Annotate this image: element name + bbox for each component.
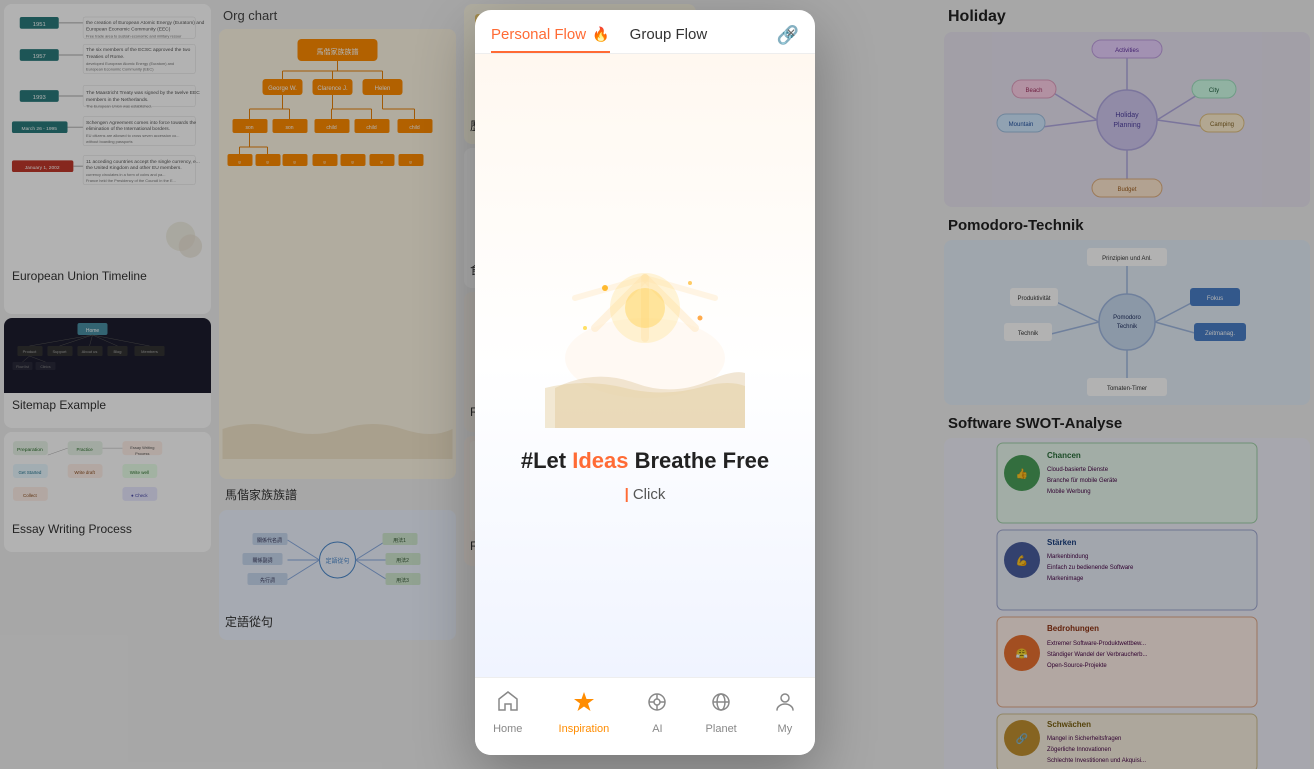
- modal-tabs: Personal Flow 🔥 Group Flow 🔗: [475, 18, 815, 54]
- modal-illustration-svg: [545, 228, 745, 428]
- modal-headline: #Let Ideas Breathe Free: [521, 448, 769, 474]
- nav-my[interactable]: My: [761, 686, 809, 739]
- modal-content-area: #Let Ideas Breathe Free Click: [475, 54, 815, 677]
- headline-prefix: #Let: [521, 448, 572, 473]
- tab-personal-flow[interactable]: Personal Flow 🔥: [491, 18, 610, 53]
- nav-planet[interactable]: Planet: [694, 686, 749, 739]
- modal-subtitle[interactable]: Click: [625, 486, 666, 503]
- personal-flow-tab-label: Personal Flow: [491, 26, 586, 43]
- group-flow-tab-label: Group Flow: [630, 26, 708, 43]
- nav-home[interactable]: Home: [481, 686, 534, 739]
- modal-click-label: Click: [633, 486, 666, 503]
- nav-inspiration[interactable]: Inspiration: [547, 686, 622, 739]
- modal-bottom-nav: Home Inspiration AI: [475, 677, 815, 755]
- ai-icon: [645, 690, 669, 720]
- nav-home-label: Home: [493, 723, 522, 735]
- nav-inspiration-label: Inspiration: [559, 723, 610, 735]
- nav-ai-label: AI: [652, 723, 662, 735]
- modal-close-button[interactable]: ×: [779, 22, 803, 46]
- headline-suffix: Breathe Free: [629, 448, 770, 473]
- tab-group-flow[interactable]: Group Flow: [630, 18, 708, 53]
- nav-ai[interactable]: AI: [633, 686, 681, 739]
- personal-flow-icon: 🔥: [592, 26, 609, 42]
- home-icon: [496, 690, 520, 720]
- headline-highlight: Ideas: [572, 448, 628, 473]
- modal-dialog: × Personal Flow 🔥 Group Flow 🔗: [475, 10, 815, 755]
- planet-icon: [709, 690, 733, 720]
- inspiration-icon: [572, 690, 596, 720]
- my-icon: [773, 690, 797, 720]
- nav-my-label: My: [778, 723, 793, 735]
- nav-planet-label: Planet: [706, 723, 737, 735]
- modal-illustration: [545, 228, 745, 428]
